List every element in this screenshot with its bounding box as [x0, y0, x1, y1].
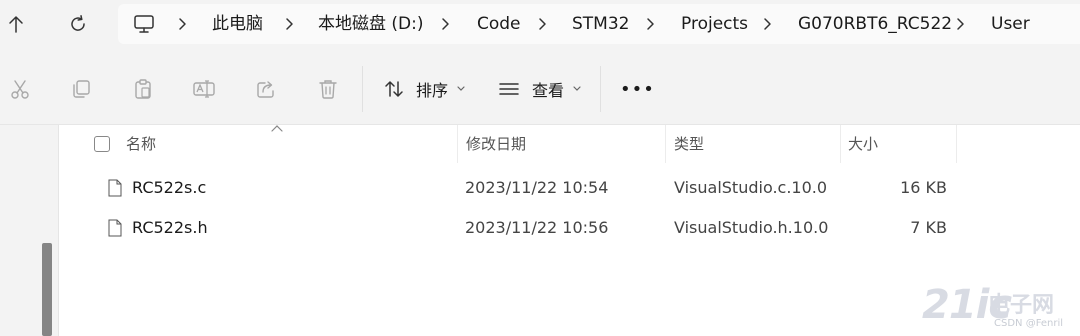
trash-icon [319, 80, 337, 99]
chevron-right-icon [282, 17, 296, 31]
computer-icon [134, 15, 154, 33]
select-all-checkbox[interactable] [94, 136, 110, 152]
chevron-right-icon [760, 17, 774, 31]
refresh-icon [71, 15, 85, 31]
this-pc-button[interactable] [128, 9, 160, 39]
share-icon [257, 81, 274, 98]
file-icon [108, 179, 122, 197]
breadcrumb-item[interactable]: G070RBT6_RC522 [798, 4, 952, 44]
watermark: 21ic 电子网 CSDN @Fenril [922, 282, 1080, 335]
rename-icon [193, 80, 215, 98]
navigation-pane [0, 125, 59, 336]
delete-button[interactable] [313, 74, 343, 104]
file-name[interactable]: RC522s.c [132, 168, 206, 208]
command-bar: 排序 查看 ••• [0, 54, 1080, 124]
chevron-right-icon [535, 17, 549, 31]
more-options-button[interactable]: ••• [620, 72, 655, 106]
breadcrumb-item[interactable]: Code [477, 4, 521, 44]
cut-button[interactable] [5, 74, 35, 104]
column-header-type[interactable]: 类型 [674, 125, 704, 163]
copy-button[interactable] [66, 74, 96, 104]
file-type: VisualStudio.c.10.0 [674, 178, 828, 197]
chevron-right-icon [643, 17, 657, 31]
column-header-name[interactable]: 名称 [126, 125, 156, 163]
column-divider[interactable] [956, 125, 957, 163]
share-button[interactable] [251, 74, 281, 104]
toolbar-divider [362, 66, 363, 112]
view-dropdown[interactable]: 查看 [498, 72, 582, 106]
rename-button[interactable] [189, 74, 219, 104]
copy-icon [73, 80, 90, 98]
chevron-down-icon [457, 86, 465, 91]
chevron-right-icon [953, 17, 967, 31]
breadcrumb[interactable]: 此电脑 本地磁盘 (D:) Code STM32 Projects G070RB… [118, 4, 1080, 44]
more-icon: ••• [620, 78, 655, 100]
file-size: 7 KB [910, 218, 947, 237]
watermark-site: CSDN @Fenril [994, 318, 1064, 329]
file-icon [108, 219, 122, 237]
paste-button[interactable] [128, 74, 158, 104]
breadcrumb-item[interactable]: Projects [681, 4, 748, 44]
sort-dropdown[interactable]: 排序 [384, 72, 466, 106]
up-button[interactable] [0, 9, 32, 39]
sort-icon [385, 81, 403, 97]
arrow-up-icon [9, 16, 23, 33]
file-modified: 2023/11/22 10:56 [465, 218, 609, 237]
file-list-pane: 名称 修改日期 类型 大小 RC522s.c 2023/11/22 10:54 … [0, 124, 1080, 336]
breadcrumb-item[interactable]: 此电脑 [212, 4, 263, 44]
table-row[interactable]: RC522s.c 2023/11/22 10:54 VisualStudio.c… [60, 168, 1080, 208]
toolbar-divider [600, 66, 601, 112]
chevron-right-icon [175, 17, 189, 31]
file-name[interactable]: RC522s.h [132, 208, 208, 248]
breadcrumb-item[interactable]: 本地磁盘 (D:) [318, 4, 424, 44]
watermark-name: 电子网 [988, 293, 1055, 318]
breadcrumb-item[interactable]: STM32 [572, 4, 629, 44]
file-size: 16 KB [900, 178, 947, 197]
table-row[interactable]: RC522s.h 2023/11/22 10:56 VisualStudio.h… [60, 208, 1080, 248]
cut-icon [11, 80, 29, 99]
column-header-size[interactable]: 大小 [848, 125, 878, 163]
navigation-bar: 此电脑 本地磁盘 (D:) Code STM32 Projects G070RB… [0, 0, 1080, 50]
breadcrumb-item-current[interactable]: User [991, 4, 1030, 44]
view-label: 查看 [532, 81, 565, 100]
sort-ascending-icon [271, 125, 283, 132]
sort-label: 排序 [416, 81, 449, 100]
view-list-icon [499, 83, 519, 95]
column-divider[interactable] [665, 125, 666, 163]
refresh-button[interactable] [62, 9, 94, 39]
file-modified: 2023/11/22 10:54 [465, 178, 609, 197]
chevron-down-icon [573, 86, 581, 91]
column-header-modified[interactable]: 修改日期 [466, 125, 526, 163]
chevron-right-icon [438, 17, 452, 31]
scrollbar-thumb[interactable] [42, 243, 52, 336]
file-type: VisualStudio.h.10.0 [674, 218, 829, 237]
column-divider[interactable] [840, 125, 841, 163]
paste-icon [135, 79, 151, 99]
column-divider[interactable] [457, 125, 458, 163]
